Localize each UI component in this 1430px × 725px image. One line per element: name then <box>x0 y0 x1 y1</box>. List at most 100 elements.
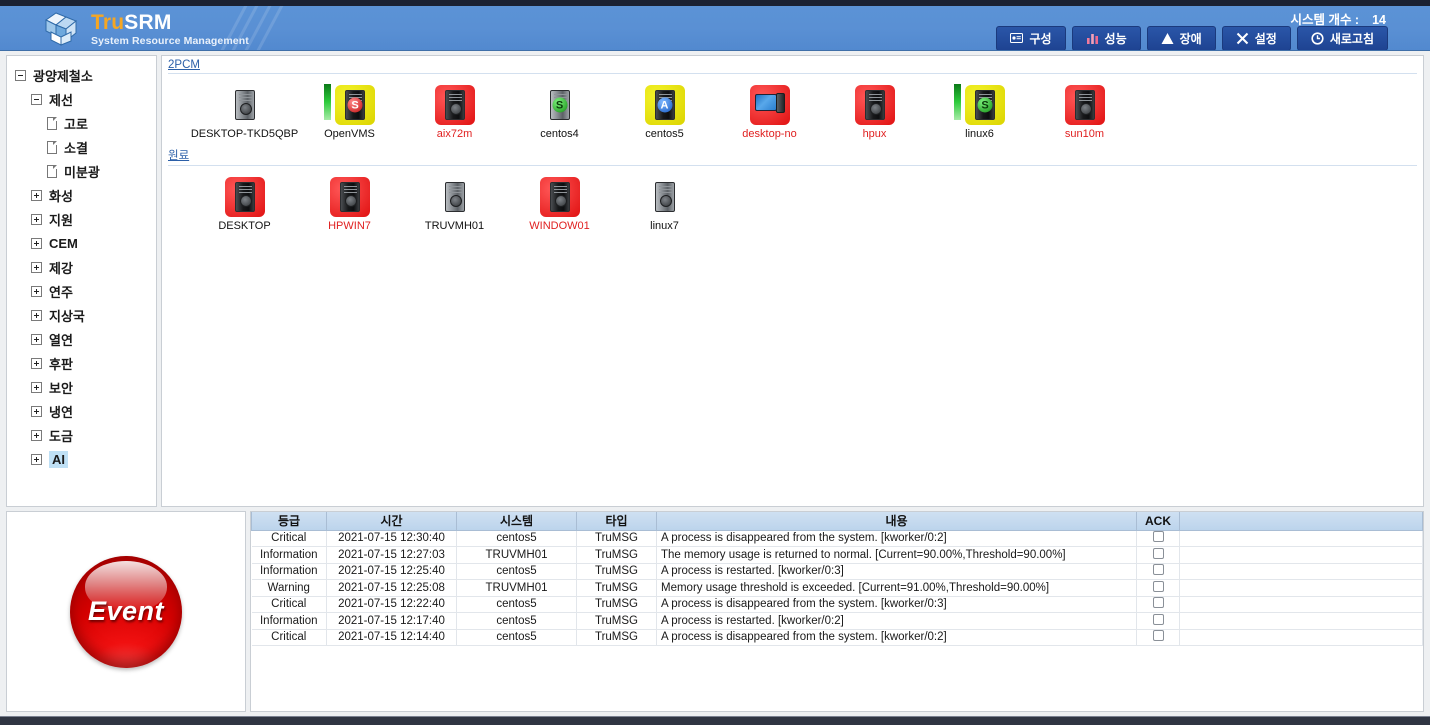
group-label-0[interactable]: 2PCM <box>162 56 1423 71</box>
system-item[interactable]: hpux <box>822 79 927 140</box>
config-button[interactable]: 구성 <box>996 26 1066 50</box>
system-item[interactable]: sun10m <box>1032 79 1137 140</box>
collapse-minus-icon[interactable] <box>15 69 26 81</box>
column-header-6[interactable] <box>1179 512 1423 531</box>
sidebar-item-5[interactable]: 화성 <box>15 183 156 207</box>
ack-checkbox[interactable] <box>1152 547 1164 559</box>
column-header-3[interactable]: 타입 <box>576 512 657 531</box>
column-header-1[interactable]: 시간 <box>326 512 457 531</box>
ack-checkbox[interactable] <box>1152 531 1164 543</box>
system-label: desktop-no <box>742 128 797 140</box>
ack-checkbox[interactable] <box>1152 613 1164 625</box>
system-item[interactable]: DESKTOP-TKD5QBP <box>190 79 299 140</box>
fault-button[interactable]: 장애 <box>1146 26 1216 50</box>
system-item[interactable]: Slinux6 <box>927 79 1032 140</box>
expand-plus-icon[interactable] <box>31 381 42 393</box>
system-item[interactable]: TRUVMH01 <box>402 171 507 232</box>
event-button-label: Event <box>87 596 165 626</box>
refresh-button[interactable]: 새로고침 <box>1296 26 1388 50</box>
ack-checkbox[interactable] <box>1152 597 1164 609</box>
event-button[interactable]: Event <box>70 555 182 668</box>
bar-chart-icon <box>1086 32 1099 45</box>
system-count-label: 시스템 개수 : <box>1290 13 1360 27</box>
ack-checkbox[interactable] <box>1152 564 1164 576</box>
column-header-0[interactable]: 등급 <box>251 512 327 531</box>
sidebar-item-0[interactable]: 광양제철소 <box>15 63 156 87</box>
expand-plus-icon[interactable] <box>31 285 42 297</box>
server-tower-icon <box>854 85 895 125</box>
system-icon-holder: S <box>954 79 1005 125</box>
sidebar-item-2[interactable]: 고로 <box>15 111 156 135</box>
sidebar-item-16[interactable]: AI <box>15 447 156 471</box>
event-level: Information <box>251 546 327 564</box>
table-row[interactable]: Information 2021-07-15 12:17:40 centos5 Tru… <box>251 612 1423 630</box>
table-row[interactable]: Information 2021-07-15 12:27:03 TRUVMH01 Tr… <box>251 546 1423 564</box>
ack-checkbox[interactable] <box>1152 580 1164 592</box>
sidebar-tree[interactable]: 광양제철소 제선 고로 소결 미분광 화성 지원 CEM 제강연주지상국 열연 후판 보안 냉연 도금 AI <box>6 55 157 507</box>
system-label: WINDOW01 <box>529 220 590 232</box>
event-type: TruMSG <box>576 629 657 646</box>
system-item[interactable]: DESKTOP <box>192 171 297 232</box>
expand-plus-icon[interactable] <box>31 405 42 417</box>
system-label: centos4 <box>540 128 579 140</box>
sidebar-item-label: 연주 <box>49 284 73 300</box>
sidebar-item-label: CEM <box>49 235 78 251</box>
table-row[interactable]: Information 2021-07-15 12:25:40 centos5 Tru… <box>251 563 1423 580</box>
system-item[interactable]: aix72m <box>402 79 507 140</box>
expand-plus-icon[interactable] <box>31 429 42 441</box>
system-item[interactable]: Acentos5 <box>612 79 717 140</box>
column-header-5[interactable]: ACK <box>1136 512 1180 531</box>
expand-plus-icon[interactable] <box>31 261 42 273</box>
expand-plus-icon[interactable] <box>31 213 42 225</box>
system-icon-holder <box>225 79 265 125</box>
sidebar-item-15[interactable]: 도금 <box>15 423 156 447</box>
system-item[interactable]: HPWIN7 <box>297 171 402 232</box>
expand-plus-icon[interactable] <box>31 237 42 249</box>
expand-plus-icon[interactable] <box>31 309 42 321</box>
system-item[interactable]: desktop-no <box>717 79 822 140</box>
table-row[interactable]: Warning 2021-07-15 12:25:08 TRUVMH01 TruMSG… <box>251 579 1423 597</box>
expand-plus-icon[interactable] <box>31 453 42 465</box>
brand-name-tru: Tru <box>91 10 125 34</box>
sidebar-item-11[interactable]: 열연 <box>15 327 156 351</box>
settings-button[interactable]: 설정 <box>1221 26 1291 50</box>
sidebar-item-10[interactable]: 지상국 <box>15 303 156 327</box>
table-row[interactable]: Critical 2021-07-15 12:14:40 centos5 TruMSG… <box>251 629 1423 646</box>
system-icon-row: DESKTOP HPWIN7 TRUVMH01 WINDOW01 linux7 <box>162 166 1423 236</box>
sidebar-item-12[interactable]: 후판 <box>15 351 156 375</box>
sidebar-item-1[interactable]: 제선 <box>15 87 156 111</box>
expand-plus-icon[interactable] <box>31 189 42 201</box>
collapse-minus-icon[interactable] <box>31 93 42 105</box>
sidebar-item-4[interactable]: 미분광 <box>15 159 156 183</box>
sidebar-item-7[interactable]: CEM <box>15 231 156 255</box>
ack-checkbox[interactable] <box>1152 630 1164 642</box>
system-item[interactable]: linux7 <box>612 171 717 232</box>
server-tower-icon <box>225 85 265 125</box>
sidebar-item-14[interactable]: 냉연 <box>15 399 156 423</box>
expand-plus-icon[interactable] <box>31 333 42 345</box>
sidebar-item-9[interactable]: 연주 <box>15 279 156 303</box>
group-label-1[interactable]: 원료 <box>162 144 1423 163</box>
sidebar-item-8[interactable]: 제강 <box>15 255 156 279</box>
system-item[interactable]: WINDOW01 <box>507 171 612 232</box>
column-header-2[interactable]: 시스템 <box>456 512 577 531</box>
sidebar-item-3[interactable]: 소결 <box>15 135 156 159</box>
event-level: Warning <box>251 579 327 597</box>
system-label: aix72m <box>436 128 473 140</box>
system-count-value: 14 <box>1372 13 1386 27</box>
system-item[interactable]: Scentos4 <box>507 79 612 140</box>
sidebar-item-13[interactable]: 보안 <box>15 375 156 399</box>
sidebar-item-6[interactable]: 지원 <box>15 207 156 231</box>
desktop-monitor-icon <box>749 85 790 125</box>
ack-cell <box>1136 596 1180 613</box>
system-label: DESKTOP-TKD5QBP <box>190 128 299 140</box>
table-row[interactable]: Critical 2021-07-15 12:22:40 centos5 TruMSG… <box>251 596 1423 613</box>
performance-button[interactable]: 성능 <box>1071 26 1141 50</box>
table-row[interactable]: Critical 2021-07-15 12:30:40 centos5 TruMSG… <box>251 530 1423 547</box>
column-header-4[interactable]: 내용 <box>656 512 1137 531</box>
expand-plus-icon[interactable] <box>31 357 42 369</box>
performance-button-label: 성능 <box>1104 32 1127 46</box>
system-item[interactable]: S OpenVMS <box>297 79 402 140</box>
sidebar-item-label: AI <box>49 450 68 468</box>
event-message: A process is restarted. [kworker/0:3] <box>656 563 1137 580</box>
